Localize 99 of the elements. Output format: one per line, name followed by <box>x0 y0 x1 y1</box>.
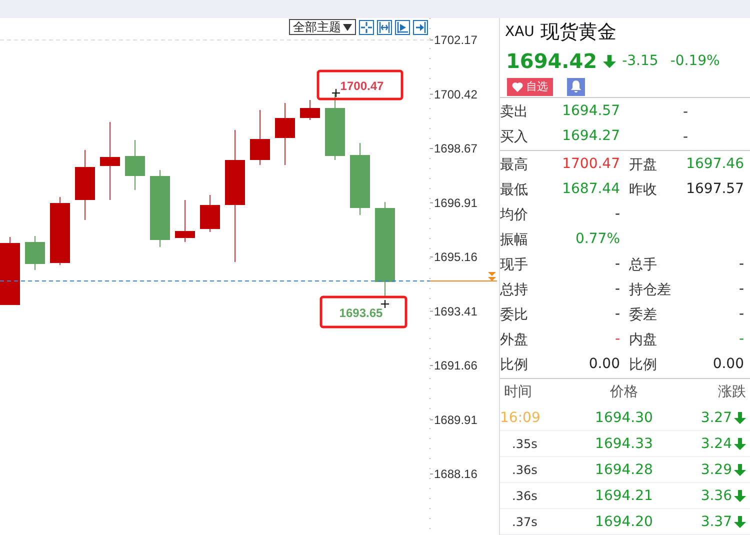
field-value: - <box>614 280 620 298</box>
trade-price: 1694.30 <box>594 410 654 426</box>
field-label: 买入 <box>500 128 528 146</box>
candle <box>250 110 270 166</box>
field-label: 开盘 <box>629 156 657 174</box>
candle <box>25 236 45 270</box>
field-value: - <box>614 256 620 274</box>
column-header: 价格 <box>609 383 639 401</box>
field-label: 比例 <box>500 356 528 374</box>
trade-price: 1694.20 <box>594 514 654 530</box>
play-icon <box>397 22 408 32</box>
last-price: 1694.42 <box>506 49 598 73</box>
axis-label: 1688.16 <box>434 467 478 481</box>
theme-dropdown[interactable]: 全部主题 <box>289 19 356 35</box>
axis-label: 1691.66 <box>434 358 478 372</box>
field-value: - <box>738 330 744 348</box>
candle <box>300 100 320 120</box>
trade-price: 1694.21 <box>594 488 654 504</box>
candle <box>75 150 95 220</box>
field-label: 内盘 <box>629 330 657 348</box>
trade-change: 3.37 <box>700 514 732 530</box>
field-value: 1694.57 <box>562 102 620 120</box>
field-value: - <box>738 306 744 324</box>
watchlist-button[interactable]: 自选 <box>507 78 553 96</box>
field-label: 总持 <box>500 280 528 298</box>
axis-label: 1702.17 <box>434 33 478 47</box>
caret-icon <box>343 24 352 30</box>
field-value: - <box>683 128 688 144</box>
field-label: 委比 <box>500 306 528 324</box>
field-label: 卖出 <box>500 102 528 120</box>
field-value: 0.00 <box>712 356 744 374</box>
candle <box>0 236 20 306</box>
field-value: 1687.44 <box>562 180 620 198</box>
axis-label: 1695.16 <box>434 250 478 264</box>
candle <box>175 200 195 242</box>
low-price-label: 1693.65 <box>339 306 383 320</box>
field-label: 昨收 <box>629 180 657 198</box>
heart-icon <box>512 82 523 92</box>
candle <box>125 140 145 190</box>
field-label: 总手 <box>629 256 657 274</box>
crosshair-icon <box>380 300 390 308</box>
candle <box>275 102 295 166</box>
bell-icon <box>570 80 582 93</box>
field-value: - <box>614 206 620 224</box>
trade-change: 3.29 <box>700 462 732 478</box>
trade-time: .36s <box>511 462 538 476</box>
price-change: -3.15 <box>622 53 658 69</box>
percent-change: -0.19% <box>670 53 720 69</box>
candle <box>50 196 70 266</box>
trade-time: .35s <box>511 436 538 450</box>
field-label: 振幅 <box>500 230 528 248</box>
field-value: 1697.57 <box>686 180 744 198</box>
chart-tool-button[interactable] <box>395 20 410 34</box>
trade-time: .37s <box>511 514 538 528</box>
field-label: 均价 <box>500 206 528 224</box>
field-label: 最低 <box>500 180 528 198</box>
alert-button[interactable] <box>567 78 585 96</box>
field-value: - <box>738 256 744 274</box>
field-value: 1694.27 <box>562 128 620 146</box>
candle <box>325 92 345 160</box>
trade-change: 3.36 <box>700 488 732 504</box>
fit-icon <box>379 22 390 32</box>
axis-label: 1693.41 <box>434 304 478 318</box>
jump-end-icon <box>415 22 426 32</box>
column-header: 时间 <box>504 383 533 401</box>
trade-price: 1694.28 <box>594 462 654 478</box>
trade-change: 3.27 <box>700 410 732 426</box>
field-value: 1700.47 <box>562 156 620 174</box>
field-value: - <box>614 330 620 348</box>
field-value: - <box>683 104 688 120</box>
crosshair-icon <box>361 22 372 32</box>
chart-tool-button[interactable] <box>377 20 392 34</box>
field-label: 持仓差 <box>629 280 671 298</box>
axis-label: 1689.91 <box>434 412 478 427</box>
trade-time: 16:09 <box>500 410 542 426</box>
field-label: 外盘 <box>500 330 528 348</box>
axis-label: 1698.67 <box>434 142 478 156</box>
trade-price: 1694.33 <box>594 436 654 452</box>
field-label: 最高 <box>500 156 528 174</box>
field-label: 委差 <box>629 306 657 324</box>
high-price-label: 1700.47 <box>340 79 384 93</box>
instrument-name: 现货黄金 <box>540 20 616 45</box>
axis-label: 1700.42 <box>434 87 478 102</box>
field-label: 现手 <box>500 256 528 274</box>
field-label: 比例 <box>629 356 657 374</box>
symbol-code: XAU <box>505 24 534 40</box>
chart-tool-button[interactable] <box>359 20 374 34</box>
field-value: 0.00 <box>588 356 620 374</box>
field-value: 1697.46 <box>686 156 744 174</box>
trade-change: 3.24 <box>700 436 732 452</box>
crosshair-icon <box>332 88 340 98</box>
candle <box>200 194 220 232</box>
trade-time: .36s <box>511 488 538 502</box>
axis-label: 1696.91 <box>434 196 478 210</box>
field-value: - <box>614 306 620 324</box>
chart-tool-button[interactable] <box>413 20 428 34</box>
column-header: 涨跌 <box>717 383 746 401</box>
field-value: 0.77% <box>576 230 620 248</box>
field-value: - <box>738 280 744 298</box>
